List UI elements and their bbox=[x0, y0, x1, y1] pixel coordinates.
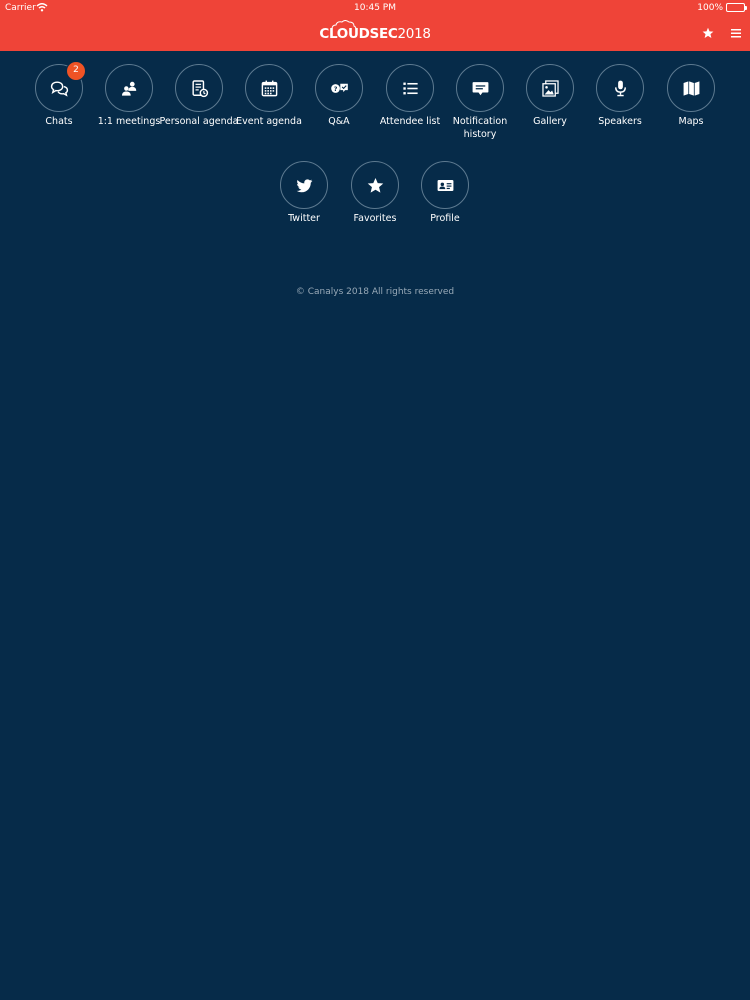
question-answer-icon: ? bbox=[331, 83, 348, 93]
message-icon bbox=[472, 82, 489, 96]
status-time: 10:45 PM bbox=[354, 3, 396, 13]
tile-circle[interactable] bbox=[456, 64, 504, 112]
tile-circle[interactable] bbox=[351, 161, 399, 209]
tile-circle[interactable] bbox=[596, 64, 644, 112]
menu-label-chats: Chats bbox=[45, 116, 73, 127]
menu-tile-favorites[interactable]: Favorites bbox=[335, 161, 415, 226]
menu-label-notification-history: Notification history bbox=[452, 116, 508, 140]
menu-tile-event-agenda[interactable]: Event agenda bbox=[229, 64, 309, 129]
menu-label-personal-agenda: Personal agenda bbox=[159, 116, 239, 127]
menu-tile-gallery[interactable]: Gallery bbox=[510, 64, 590, 129]
menu-tile-personal-agenda[interactable]: Personal agenda bbox=[159, 64, 239, 129]
unread-badge: 2 bbox=[66, 61, 86, 81]
app-logo: CLOUDSEC2018 bbox=[0, 20, 750, 42]
menu-label-attendee-list: Attendee list bbox=[379, 116, 441, 127]
id-card-icon bbox=[437, 179, 454, 192]
menu-label-favorites: Favorites bbox=[353, 213, 397, 224]
star-icon bbox=[367, 177, 384, 193]
meeting-people-icon bbox=[121, 81, 137, 96]
tile-circle[interactable] bbox=[526, 64, 574, 112]
menu-label-event-agenda: Event agenda bbox=[236, 116, 302, 127]
tile-circle[interactable] bbox=[386, 64, 434, 112]
menu-tile-speakers[interactable]: Speakers bbox=[580, 64, 660, 129]
battery-icon bbox=[726, 3, 747, 12]
tile-circle[interactable] bbox=[175, 64, 223, 112]
menu-label-twitter: Twitter bbox=[288, 213, 320, 224]
app-header: Carrier 10:45 PM 100% CLOUDSEC2018 bbox=[0, 0, 750, 51]
tile-circle[interactable]: ? bbox=[315, 64, 363, 112]
menu-tile-maps[interactable]: Maps bbox=[651, 64, 731, 129]
cloud-logo-icon bbox=[331, 20, 357, 30]
notebook-clock-icon bbox=[192, 80, 209, 98]
menu-label-maps: Maps bbox=[678, 116, 704, 127]
menu-label-speakers: Speakers bbox=[598, 116, 642, 127]
svg-text:?: ? bbox=[334, 86, 338, 93]
tile-circle[interactable]: 2 bbox=[35, 61, 86, 112]
tile-circle[interactable] bbox=[280, 161, 328, 209]
tile-circle[interactable] bbox=[667, 64, 715, 112]
menu-label-profile: Profile bbox=[430, 213, 460, 224]
menu-tile-attendee-list[interactable]: Attendee list bbox=[370, 64, 450, 129]
battery-percentage: 100% bbox=[697, 3, 723, 13]
logo-year: 2018 bbox=[397, 26, 431, 42]
tile-circle[interactable] bbox=[245, 64, 293, 112]
microphone-icon bbox=[615, 80, 626, 97]
chat-bubbles-icon bbox=[50, 81, 69, 97]
menu-label-gallery: Gallery bbox=[533, 116, 567, 127]
menu-tile-chats[interactable]: 2 Chats bbox=[19, 61, 99, 129]
menu-tile-notification-history[interactable]: Notification history bbox=[440, 64, 520, 141]
menu-tile-meetings[interactable]: 1:1 meetings bbox=[89, 64, 169, 129]
twitter-bird-icon bbox=[296, 179, 313, 193]
tile-circle[interactable] bbox=[421, 161, 469, 209]
tile-circle[interactable] bbox=[105, 64, 153, 112]
picture-icon bbox=[542, 80, 559, 97]
menu-tile-twitter[interactable]: Twitter bbox=[264, 161, 344, 226]
menu-tile-qa[interactable]: ? Q&A bbox=[299, 64, 379, 129]
map-icon bbox=[683, 81, 700, 96]
menu-label-qa: Q&A bbox=[328, 116, 350, 127]
calendar-icon bbox=[261, 80, 278, 97]
list-icon bbox=[403, 82, 418, 95]
copyright-footer: © Canalys 2018 All rights reserved bbox=[295, 287, 455, 297]
menu-tile-profile[interactable]: Profile bbox=[405, 161, 485, 226]
favorite-star-icon[interactable] bbox=[701, 26, 715, 40]
status-bar: Carrier 10:45 PM 100% bbox=[0, 0, 750, 16]
hamburger-menu-icon[interactable] bbox=[730, 27, 742, 39]
menu-label-meetings: 1:1 meetings bbox=[97, 116, 161, 127]
